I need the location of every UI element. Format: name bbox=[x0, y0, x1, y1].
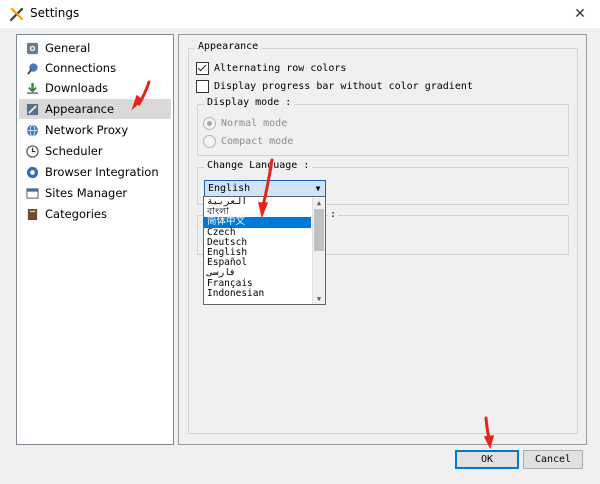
categories-icon bbox=[25, 207, 39, 221]
sidebar-item-appearance[interactable]: Appearance bbox=[19, 99, 171, 119]
settings-sidebar: General Connections Downloads Appearance… bbox=[16, 34, 174, 445]
radio-label: Compact mode bbox=[221, 136, 294, 147]
group-title: Display mode : bbox=[204, 97, 295, 108]
clock-icon bbox=[25, 144, 39, 158]
sites-icon bbox=[25, 186, 39, 200]
sidebar-item-label: Scheduler bbox=[45, 144, 103, 158]
checkbox-checked[interactable] bbox=[196, 62, 209, 75]
compact-mode-radio[interactable]: Compact mode bbox=[203, 135, 293, 148]
close-icon: ✕ bbox=[574, 6, 586, 22]
sidebar-item-network-proxy[interactable]: Network Proxy bbox=[19, 120, 171, 140]
sidebar-item-general[interactable]: General bbox=[19, 38, 171, 58]
chevron-down-icon[interactable]: ▼ bbox=[311, 184, 325, 193]
display-mode-group: Display mode : bbox=[197, 97, 569, 156]
language-option[interactable]: Indonesian bbox=[204, 288, 311, 299]
group-title: Change Language : bbox=[204, 160, 313, 171]
sidebar-item-browser-integration[interactable]: Browser Integration bbox=[19, 162, 171, 182]
cancel-button-label: Cancel bbox=[534, 454, 572, 465]
app-logo-icon bbox=[9, 7, 24, 22]
language-options: العربية বাংলা 简体中文 Czech Deutsch English… bbox=[204, 197, 311, 299]
radio-checked[interactable] bbox=[203, 117, 216, 130]
sidebar-item-label: Connections bbox=[45, 61, 117, 75]
dropdown-scrollbar[interactable]: ▲ ▼ bbox=[312, 197, 325, 304]
language-select-value: English bbox=[208, 183, 251, 194]
sidebar-item-label: Network Proxy bbox=[45, 123, 129, 137]
language-option[interactable]: فارسی bbox=[204, 268, 311, 278]
scroll-down-icon[interactable]: ▼ bbox=[313, 293, 325, 304]
cancel-button[interactable]: Cancel bbox=[523, 450, 583, 469]
scrollbar-thumb[interactable] bbox=[314, 209, 324, 251]
normal-mode-radio[interactable]: Normal mode bbox=[203, 117, 287, 130]
ok-button[interactable]: OK bbox=[455, 450, 519, 469]
gear-icon bbox=[25, 41, 39, 55]
download-icon bbox=[25, 81, 39, 95]
checkbox-label: Alternating row colors bbox=[214, 63, 347, 74]
checkbox-unchecked[interactable] bbox=[196, 80, 209, 93]
radio-unchecked[interactable] bbox=[203, 135, 216, 148]
sidebar-item-label: Sites Manager bbox=[45, 186, 128, 200]
sidebar-item-downloads[interactable]: Downloads bbox=[19, 78, 171, 98]
window-title: Settings bbox=[30, 6, 80, 20]
sidebar-item-label: Browser Integration bbox=[45, 165, 159, 179]
sidebar-item-connections[interactable]: Connections bbox=[19, 58, 171, 78]
language-select[interactable]: English ▼ bbox=[204, 180, 326, 197]
sidebar-item-label: Categories bbox=[45, 207, 107, 221]
browser-icon bbox=[25, 165, 39, 179]
scroll-up-icon[interactable]: ▲ bbox=[313, 197, 325, 208]
sidebar-item-sites-manager[interactable]: Sites Manager bbox=[19, 183, 171, 203]
appearance-icon bbox=[25, 102, 39, 116]
sidebar-item-label: Appearance bbox=[45, 102, 115, 116]
sidebar-item-categories[interactable]: Categories bbox=[19, 204, 171, 224]
progress-bar-gradient-checkbox[interactable]: Display progress bar without color gradi… bbox=[196, 80, 473, 93]
alternating-row-colors-checkbox[interactable]: Alternating row colors bbox=[196, 62, 346, 75]
sidebar-item-scheduler[interactable]: Scheduler bbox=[19, 141, 171, 161]
group-title: Appearance bbox=[195, 41, 262, 52]
radio-label: Normal mode bbox=[221, 118, 288, 129]
checkbox-label: Display progress bar without color gradi… bbox=[214, 81, 473, 92]
sidebar-item-label: General bbox=[45, 41, 91, 55]
settings-window: Settings ✕ General Connections Downloads bbox=[0, 0, 600, 484]
connections-icon bbox=[25, 61, 39, 75]
close-button[interactable]: ✕ bbox=[570, 4, 590, 24]
sidebar-item-label: Downloads bbox=[45, 81, 109, 95]
language-dropdown-list[interactable]: العربية বাংলা 简体中文 Czech Deutsch English… bbox=[203, 196, 326, 305]
ok-button-label: OK bbox=[480, 454, 494, 465]
title-bar: Settings ✕ bbox=[0, 0, 600, 28]
partial-group-title: : bbox=[328, 209, 339, 220]
globe-icon bbox=[25, 123, 39, 137]
